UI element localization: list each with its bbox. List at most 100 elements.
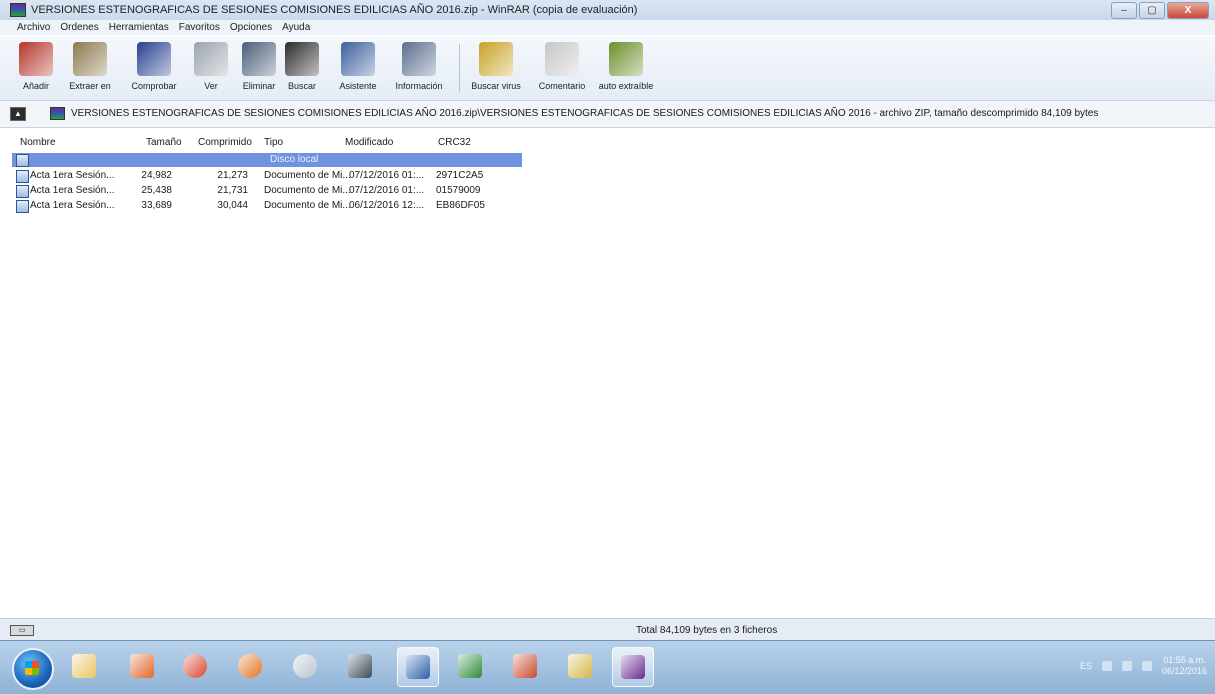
volume-icon[interactable] (1141, 661, 1152, 671)
status-bar: ▭ Total 84,109 bytes en 3 ficheros (0, 618, 1215, 641)
menu-herramientas[interactable]: Herramientas (104, 22, 174, 33)
folder-icon (72, 654, 96, 678)
close-button[interactable]: X (1167, 2, 1209, 19)
sfx-button[interactable]: auto extraíble (594, 38, 658, 98)
file-type: Documento de Mi... (264, 200, 351, 211)
menu-ordenes[interactable]: Ordenes (55, 22, 103, 33)
webcam-icon (293, 654, 317, 678)
file-size: 24,982 (141, 170, 172, 181)
clock-time: 01:55 a.m. (1163, 655, 1206, 665)
minimize-button[interactable]: – (1111, 2, 1137, 19)
word-document-icon (16, 200, 29, 213)
title-bar[interactable]: VERSIONES ESTENOGRAFICAS DE SESIONES COM… (0, 0, 1215, 20)
wizard-icon (341, 42, 375, 76)
delete-button[interactable]: Eliminar (236, 38, 282, 98)
taskbar-app-chrome[interactable] (175, 647, 215, 685)
printer-icon (348, 654, 372, 678)
taskbar-app-folder[interactable] (560, 647, 600, 685)
column-header-name[interactable]: Nombre (20, 137, 56, 148)
file-packed: 21,273 (217, 170, 248, 181)
find-button[interactable]: Buscar (282, 38, 322, 98)
address-bar: ▲ VERSIONES ESTENOGRAFICAS DE SESIONES C… (0, 101, 1215, 128)
wizard-button[interactable]: Asistente (331, 38, 385, 98)
virus-scan-icon (479, 42, 513, 76)
toolbar-separator (459, 44, 460, 92)
menu-favoritos[interactable]: Favoritos (174, 22, 225, 33)
battery-icon[interactable] (1121, 661, 1132, 671)
virus-scan-button[interactable]: Buscar virus (466, 38, 526, 98)
media-player-icon (130, 654, 154, 678)
window-title: VERSIONES ESTENOGRAFICAS DE SESIONES COM… (31, 4, 638, 16)
taskbar-app-explorer[interactable] (64, 647, 104, 685)
column-header-size[interactable]: Tamaño (146, 137, 182, 148)
extract-to-button[interactable]: Extraer en (60, 38, 120, 98)
file-name: Acta 1era Sesión... (30, 185, 115, 196)
zip-archive-icon (50, 107, 65, 120)
parent-folder-icon (16, 154, 29, 167)
file-modified: 07/12/2016 01:... (349, 170, 425, 181)
table-row[interactable]: Acta 1era Sesión... 24,982 21,273 Docume… (12, 169, 522, 183)
file-name: Acta 1era Sesión... (30, 170, 115, 181)
file-modified: 06/12/2016 12:... (349, 200, 425, 211)
menu-archivo[interactable]: Archivo (0, 22, 55, 33)
file-list-header: Nombre Tamaño Comprimido Tipo Modificado… (12, 137, 1212, 151)
start-button[interactable] (12, 648, 54, 690)
file-crc: 2971C2A5 (436, 170, 484, 181)
add-archive-icon (19, 42, 53, 76)
column-header-type[interactable]: Tipo (264, 137, 283, 148)
window-controls: – ▢ X (1111, 2, 1209, 19)
comment-icon (545, 42, 579, 76)
table-row[interactable]: Acta 1era Sesión... 33,689 30,044 Docume… (12, 199, 522, 213)
powerpoint-icon (513, 654, 537, 678)
info-icon (402, 42, 436, 76)
column-header-crc[interactable]: CRC32 (438, 137, 471, 148)
winrar-icon (621, 655, 645, 679)
winrar-window: VERSIONES ESTENOGRAFICAS DE SESIONES COM… (0, 0, 1215, 641)
flag-icon[interactable] (1101, 661, 1112, 671)
parent-row-type: Disco local (270, 154, 319, 165)
taskbar-app-excel[interactable] (450, 647, 490, 685)
language-indicator[interactable]: ES (1080, 661, 1092, 671)
test-button[interactable]: Comprobar (125, 38, 183, 98)
chrome-icon (183, 654, 207, 678)
sfx-icon (609, 42, 643, 76)
column-header-modified[interactable]: Modificado (345, 137, 393, 148)
path-field[interactable]: VERSIONES ESTENOGRAFICAS DE SESIONES COM… (50, 104, 1210, 123)
column-header-packed[interactable]: Comprimido (198, 137, 252, 148)
file-crc: 01579009 (436, 185, 481, 196)
file-size: 33,689 (141, 200, 172, 211)
taskbar-app-media[interactable] (122, 647, 162, 685)
file-name: Acta 1era Sesión... (30, 200, 115, 211)
taskbar-app-winrar[interactable] (612, 647, 654, 687)
word-document-icon (16, 185, 29, 198)
taskbar-app-webcam[interactable] (285, 647, 325, 685)
table-row[interactable]: Acta 1era Sesión... 25,438 21,731 Docume… (12, 184, 522, 198)
folder-sync-icon (568, 654, 592, 678)
view-icon (194, 42, 228, 76)
system-tray: ES 01:55 a.m. 06/12/2016 (1080, 655, 1207, 677)
word-icon (406, 655, 430, 679)
test-icon (137, 42, 171, 76)
delete-icon (242, 42, 276, 76)
info-button[interactable]: Información (388, 38, 450, 98)
taskbar-app-word[interactable] (397, 647, 439, 687)
view-button[interactable]: Ver (191, 38, 231, 98)
file-type: Documento de Mi... (264, 185, 351, 196)
clock-date: 06/12/2016 (1161, 666, 1207, 676)
maximize-button[interactable]: ▢ (1139, 2, 1165, 19)
up-folder-button[interactable]: ▲ (10, 107, 26, 121)
comment-button[interactable]: Comentario (532, 38, 592, 98)
menu-ayuda[interactable]: Ayuda (277, 22, 315, 33)
add-button[interactable]: Añadir (14, 38, 58, 98)
menu-opciones[interactable]: Opciones (225, 22, 277, 33)
taskbar-app-firefox[interactable] (230, 647, 270, 685)
taskbar: ES 01:55 a.m. 06/12/2016 (0, 640, 1215, 694)
taskbar-app-printer[interactable] (340, 647, 380, 685)
taskbar-app-powerpoint[interactable] (505, 647, 545, 685)
parent-folder-row[interactable]: Disco local (12, 153, 522, 167)
file-size: 25,438 (141, 185, 172, 196)
file-packed: 21,731 (217, 185, 248, 196)
clock[interactable]: 01:55 a.m. 06/12/2016 (1162, 655, 1207, 677)
drive-icon[interactable]: ▭ (10, 625, 34, 636)
toolbar: Añadir Extraer en Comprobar Ver Eliminar… (0, 36, 1215, 101)
